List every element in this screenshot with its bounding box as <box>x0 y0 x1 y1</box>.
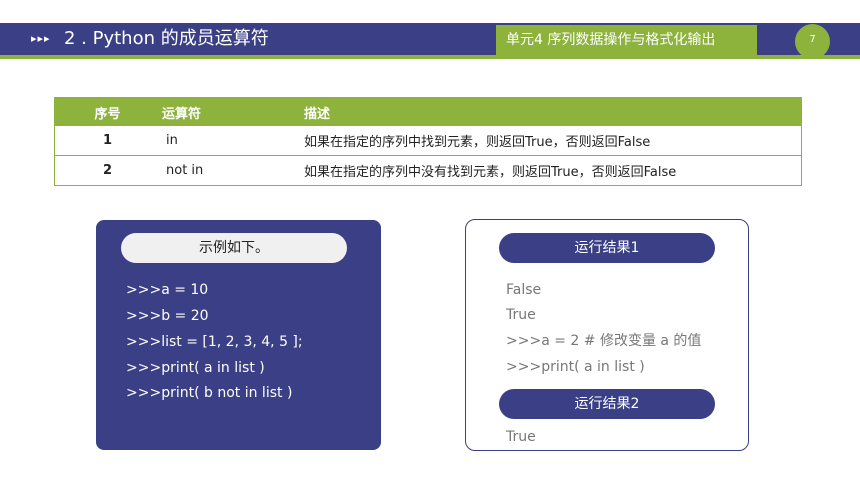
table-row: 2 not in 如果在指定的序列中没有找到元素，则返回True，否则返回Fal… <box>54 155 802 186</box>
header-index: 序号 <box>54 97 160 126</box>
unit-label: 单元4 序列数据操作与格式化输出 <box>506 32 716 48</box>
code-line: >>>b = 20 <box>126 308 209 324</box>
header-description: 描述 <box>302 97 802 126</box>
result-panel: 运行结果1 False True >>>a = 2 # 修改变量 a 的值 >>… <box>465 219 749 451</box>
page-number-badge: 7 <box>795 24 830 59</box>
unit-label-box: 单元4 序列数据操作与格式化输出 <box>496 25 757 56</box>
result-line: False <box>506 282 542 298</box>
result-line: True <box>506 429 536 445</box>
result-label-1: 运行结果1 <box>499 233 715 263</box>
operator-table: 序号 运算符 描述 1 in 如果在指定的序列中找到元素，则返回True，否则返… <box>54 97 802 186</box>
row-description: 如果在指定的序列中找到元素，则返回True，否则返回False <box>302 126 802 156</box>
triple-arrow-icon: ▸▸▸ <box>31 32 51 45</box>
example-panel: 示例如下。 >>>a = 10 >>>b = 20 >>>list = [1, … <box>96 220 381 450</box>
row-operator: in <box>160 126 302 156</box>
result-line: True <box>506 307 536 323</box>
example-label: 示例如下。 <box>121 233 347 263</box>
result-line: >>>a = 2 # 修改变量 a 的值 <box>506 333 702 349</box>
row-description: 如果在指定的序列中没有找到元素，则返回True，否则返回False <box>302 155 802 186</box>
row-index: 1 <box>54 126 160 156</box>
table-header-row: 序号 运算符 描述 <box>54 97 802 126</box>
table-row: 1 in 如果在指定的序列中找到元素，则返回True，否则返回False <box>54 126 802 156</box>
result-line: >>>print( a in list ) <box>506 359 645 375</box>
code-line: >>>print( a in list ) <box>126 360 265 376</box>
code-line: >>>a = 10 <box>126 282 209 298</box>
page-number: 7 <box>809 34 816 45</box>
code-line: >>>print( b not in list ) <box>126 385 293 401</box>
row-operator: not in <box>160 155 302 186</box>
header-operator: 运算符 <box>160 97 302 126</box>
code-line: >>>list = [1, 2, 3, 4, 5 ]; <box>126 334 303 350</box>
section-title: 2 . Python 的成员运算符 <box>64 28 269 49</box>
result-label-2: 运行结果2 <box>499 389 715 419</box>
row-index: 2 <box>54 155 160 186</box>
